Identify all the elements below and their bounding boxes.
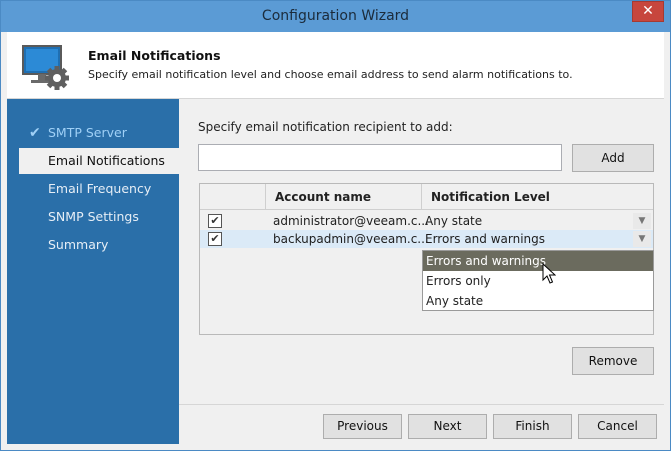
step-label: Email Notifications	[48, 153, 165, 168]
chevron-down-icon[interactable]: ▼	[633, 231, 651, 247]
notification-level-value: Any state	[425, 214, 483, 228]
step-label: Email Frequency	[48, 181, 152, 196]
step-content: Specify email notification recipient to …	[179, 99, 664, 404]
header-title: Email Notifications	[88, 48, 221, 63]
monitor-gear-icon	[22, 45, 69, 90]
title-bar[interactable]: Configuration Wizard ✕	[1, 1, 670, 32]
column-header-notification-level[interactable]: Notification Level	[431, 184, 550, 210]
previous-button[interactable]: Previous	[323, 414, 402, 439]
chevron-down-icon[interactable]: ▼	[633, 213, 651, 229]
column-divider	[421, 184, 422, 210]
notification-level-select[interactable]: Errors and warnings ▼	[425, 230, 653, 248]
checkmark-icon: ✔	[29, 125, 41, 141]
recipient-prompt: Specify email notification recipient to …	[198, 120, 453, 134]
finish-button[interactable]: Finish	[493, 414, 572, 439]
step-label: Summary	[48, 237, 109, 252]
wizard-header: Email Notifications Specify email notifi…	[7, 32, 664, 99]
account-name-cell: backupadmin@veeam.c...	[273, 232, 429, 246]
step-email-frequency[interactable]: Email Frequency	[19, 176, 179, 202]
row-checkbox[interactable]: ✔	[208, 214, 222, 228]
notification-level-select[interactable]: Any state ▼	[425, 212, 653, 230]
dropdown-option-errors-and-warnings[interactable]: Errors and warnings	[423, 251, 653, 271]
email-recipient-input[interactable]	[198, 144, 562, 171]
next-button[interactable]: Next	[408, 414, 487, 439]
wizard-footer: Previous Next Finish Cancel	[179, 404, 664, 444]
row-checkbox[interactable]: ✔	[208, 232, 222, 246]
account-name-cell: administrator@veeam.c...	[273, 214, 429, 228]
dropdown-option-errors-only[interactable]: Errors only	[423, 271, 653, 291]
step-email-notifications[interactable]: Email Notifications	[19, 148, 179, 174]
mouse-cursor-icon	[542, 263, 556, 284]
notification-level-dropdown: Errors and warnings Errors only Any stat…	[422, 250, 654, 311]
configuration-wizard-window: Configuration Wizard ✕ Email Notificatio…	[0, 0, 671, 451]
wizard-steps-sidebar: ✔ SMTP Server Email Notifications Email …	[7, 99, 179, 444]
column-divider	[265, 184, 266, 210]
step-label: SMTP Server	[48, 125, 127, 140]
header-description: Specify email notification level and cho…	[88, 68, 573, 81]
table-row[interactable]: ✔ administrator@veeam.c... Any state ▼	[200, 212, 653, 230]
cancel-button[interactable]: Cancel	[578, 414, 657, 439]
dropdown-option-any-state[interactable]: Any state	[423, 291, 653, 311]
grid-header: Account name Notification Level	[200, 184, 653, 210]
step-snmp-settings[interactable]: SNMP Settings	[19, 204, 179, 230]
close-button[interactable]: ✕	[632, 1, 664, 22]
window-title: Configuration Wizard	[261, 8, 410, 24]
column-header-account-name[interactable]: Account name	[275, 184, 371, 210]
step-label: SNMP Settings	[48, 209, 139, 224]
step-smtp-server[interactable]: ✔ SMTP Server	[19, 120, 179, 146]
step-summary[interactable]: Summary	[19, 232, 179, 258]
add-button[interactable]: Add	[572, 144, 654, 172]
remove-button[interactable]: Remove	[572, 347, 654, 375]
notification-level-value: Errors and warnings	[425, 232, 546, 246]
table-row[interactable]: ✔ backupadmin@veeam.c... Errors and warn…	[200, 230, 653, 248]
